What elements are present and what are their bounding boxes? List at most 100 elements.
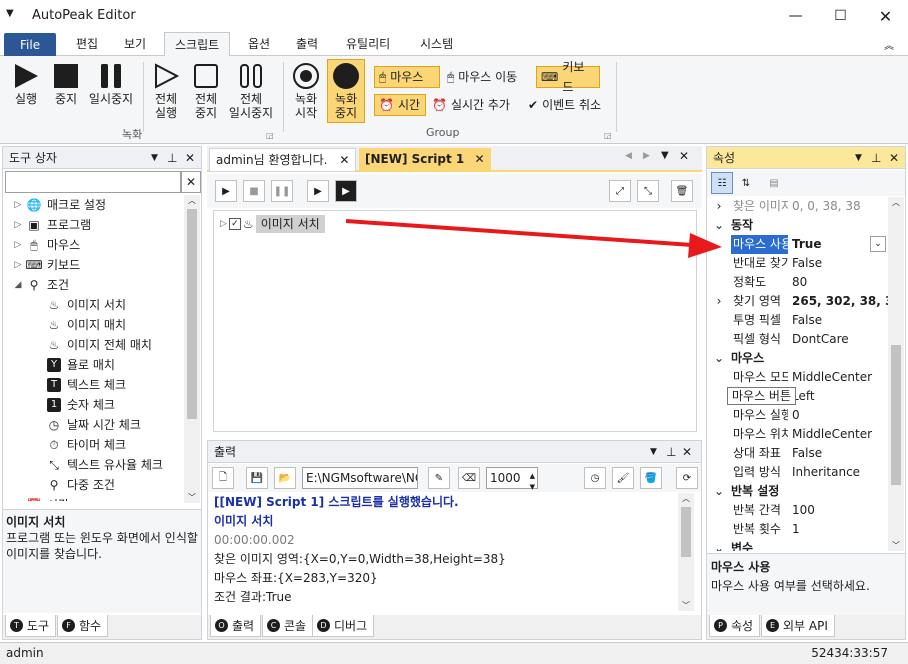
property-value[interactable]: 265, 302, 38, 38 [788, 292, 888, 311]
property-row[interactable]: 픽셀 형식 DontCare [707, 330, 888, 349]
menu-tab-view[interactable]: 보기 [114, 32, 156, 56]
toolbox-item[interactable]: ▷ ▣ 프로그램 [7, 215, 183, 235]
scroll-down-icon[interactable]: ﹀ [678, 600, 694, 611]
property-row[interactable]: 상대 좌표 False [707, 444, 888, 463]
collapse-ribbon-icon[interactable]: ︽ [884, 37, 894, 52]
scroll-down-icon[interactable]: ﹀ [184, 492, 200, 503]
clear-search-icon[interactable]: ✕ [181, 171, 201, 193]
property-row[interactable]: 입력 방식 Inheritance [707, 463, 888, 482]
close-button[interactable]: ✕ [863, 0, 908, 32]
expand-caret-icon[interactable]: › [707, 197, 731, 216]
property-value[interactable]: DontCare [788, 330, 888, 349]
mouse-move-toggle[interactable]: 🖱 마우스 이동 [443, 66, 521, 88]
script-node[interactable]: ▷ ✓ ♨ 이미지 서치 [220, 215, 325, 233]
dropdown-icon[interactable]: ▼ [151, 147, 158, 169]
delete-icon[interactable]: 🗑 [671, 180, 693, 202]
run-button[interactable]: 실행 [8, 60, 44, 106]
tab-tools[interactable]: T 도구 [5, 615, 57, 637]
tab-scroll-left-icon[interactable]: ◀ [625, 151, 632, 161]
toolbox-item[interactable]: ♨ 이미지 매치 [7, 315, 183, 335]
property-row[interactable]: 정확도 80 [707, 273, 888, 292]
group-expand-icon[interactable]: ◲ [266, 131, 274, 140]
property-row[interactable]: 투명 픽셀 False [707, 311, 888, 330]
clear-brush-icon[interactable]: ✎ [428, 467, 450, 489]
clock-icon[interactable]: ◷ [584, 467, 606, 489]
toolbox-item[interactable]: ⏱ 타이머 체크 [7, 435, 183, 455]
minimize-button[interactable]: — [773, 0, 818, 32]
property-row[interactable]: 마우스 위치 MiddleCenter [707, 425, 888, 444]
toolbox-item[interactable]: ▷📅 시간 [7, 495, 183, 501]
dropdown-icon[interactable]: ⌄ [870, 236, 886, 252]
property-row[interactable]: 마우스 모드 MiddleCenter [707, 368, 888, 387]
property-row[interactable]: 반복 간격 100 [707, 501, 888, 520]
property-row[interactable]: 반대로 찾기 False [707, 254, 888, 273]
expand-caret-icon[interactable]: ▷ [11, 495, 25, 501]
property-value[interactable]: 0, 0, 38, 38 [788, 197, 888, 216]
property-value[interactable]: 1 [788, 520, 888, 539]
run-all-button[interactable]: 전체 실행 [148, 60, 184, 120]
fill-bucket-icon[interactable]: 🪣 [640, 467, 662, 489]
scroll-thumb[interactable] [187, 209, 197, 419]
expand-caret-icon[interactable]: › [707, 292, 731, 311]
toolbox-item[interactable]: ▷ 🖱 마우스 [7, 235, 183, 255]
toolbox-item[interactable]: ♨ 이미지 서치 [7, 295, 183, 315]
close-panel-icon[interactable]: ✕ [185, 147, 195, 169]
toolbox-item[interactable]: ⚲ 다중 조건 [7, 475, 183, 495]
menu-tab-script[interactable]: 스크립트 [164, 32, 231, 57]
pause-button[interactable]: 일시중지 [86, 60, 136, 106]
interval-stepper[interactable]: 1000 ▲ ▼ [486, 467, 538, 491]
property-category[interactable]: ⌄ 반복 설정 [707, 482, 888, 501]
record-start-button[interactable]: 녹화 시작 [288, 60, 324, 120]
properties-scrollbar[interactable]: ︿ ﹀ [888, 197, 904, 551]
property-row[interactable]: 반복 횟수 1 [707, 520, 888, 539]
toolbox-item[interactable]: T 텍스트 체크 [7, 375, 183, 395]
close-document-icon[interactable]: ✕ [679, 149, 689, 163]
collapse-caret-icon[interactable]: ⌄ [707, 482, 731, 501]
tab-console[interactable]: C 콘솔 [262, 615, 314, 637]
close-tab-icon[interactable]: ✕ [474, 152, 484, 166]
menu-tab-output[interactable]: 출력 [286, 32, 328, 56]
step-play-icon[interactable]: ▶ [307, 180, 329, 202]
scroll-up-icon[interactable]: ︿ [184, 195, 200, 209]
collapse-caret-icon[interactable]: ⌄ [707, 539, 731, 551]
expand-caret-icon[interactable]: ◢ [11, 275, 25, 295]
time-toggle[interactable]: ⏰ 시간 [374, 94, 426, 116]
script-canvas[interactable]: ▷ ✓ ♨ 이미지 서치 [213, 210, 697, 432]
stop-icon[interactable]: ■ [243, 180, 265, 202]
pin-icon[interactable]: ⊥ [666, 441, 676, 463]
scroll-thumb[interactable] [681, 507, 691, 557]
output-scrollbar[interactable]: ︿ ﹀ [678, 493, 694, 611]
dropdown-icon[interactable]: ▼ [855, 147, 862, 169]
toolbox-item[interactable]: ⤡ 텍스트 유사율 체크 [7, 455, 183, 475]
property-row[interactable]: 마우스 실행 0 [707, 406, 888, 425]
property-value[interactable]: Left [788, 387, 888, 406]
property-row[interactable]: ›찾기 영역 265, 302, 38, 38 [707, 292, 888, 311]
toolbox-scrollbar[interactable]: ︿ ﹀ [184, 195, 200, 503]
event-cancel-toggle[interactable]: ✔ 이벤트 취소 [524, 94, 605, 116]
property-value[interactable]: True [788, 235, 868, 254]
output-path-input[interactable]: E:\NGMsoftware\NG [302, 467, 418, 489]
property-category[interactable]: ⌄ 변수 [707, 539, 888, 551]
save-icon[interactable]: 💾 [246, 467, 268, 489]
pin-icon[interactable]: ⊥ [871, 147, 881, 169]
toolbox-item[interactable]: ♨ 이미지 전체 매치 [7, 335, 183, 355]
tab-scroll-right-icon[interactable]: ▶ [643, 151, 650, 161]
tab-properties[interactable]: P 속성 [709, 615, 761, 637]
record-stop-button[interactable]: 녹화 중지 [327, 59, 365, 123]
expand-caret-icon[interactable]: ▷ [11, 235, 25, 255]
property-value[interactable]: False [788, 311, 888, 330]
property-row[interactable]: › 찾은 이미지 0, 0, 38, 38 [707, 197, 888, 216]
expand-caret-icon[interactable]: ▷ [11, 215, 25, 235]
realtime-add-toggle[interactable]: ⏰ 실시간 추가 [428, 94, 514, 116]
property-value[interactable]: False [788, 444, 888, 463]
scroll-down-icon[interactable]: ﹀ [888, 540, 904, 551]
open-folder-icon[interactable]: 📂 [274, 467, 296, 489]
system-menu-icon[interactable]: ▼ [6, 8, 14, 19]
collapse-caret-icon[interactable]: ⌄ [707, 216, 731, 235]
eraser-icon[interactable]: ⌫ [458, 467, 480, 489]
stop-all-button[interactable]: 전체 중지 [188, 60, 224, 120]
brush-icon[interactable]: 🖌 [612, 467, 634, 489]
run-box-icon[interactable]: ▶ [335, 180, 357, 202]
scroll-up-icon[interactable]: ︿ [678, 493, 694, 507]
property-value[interactable]: 100 [788, 501, 888, 520]
